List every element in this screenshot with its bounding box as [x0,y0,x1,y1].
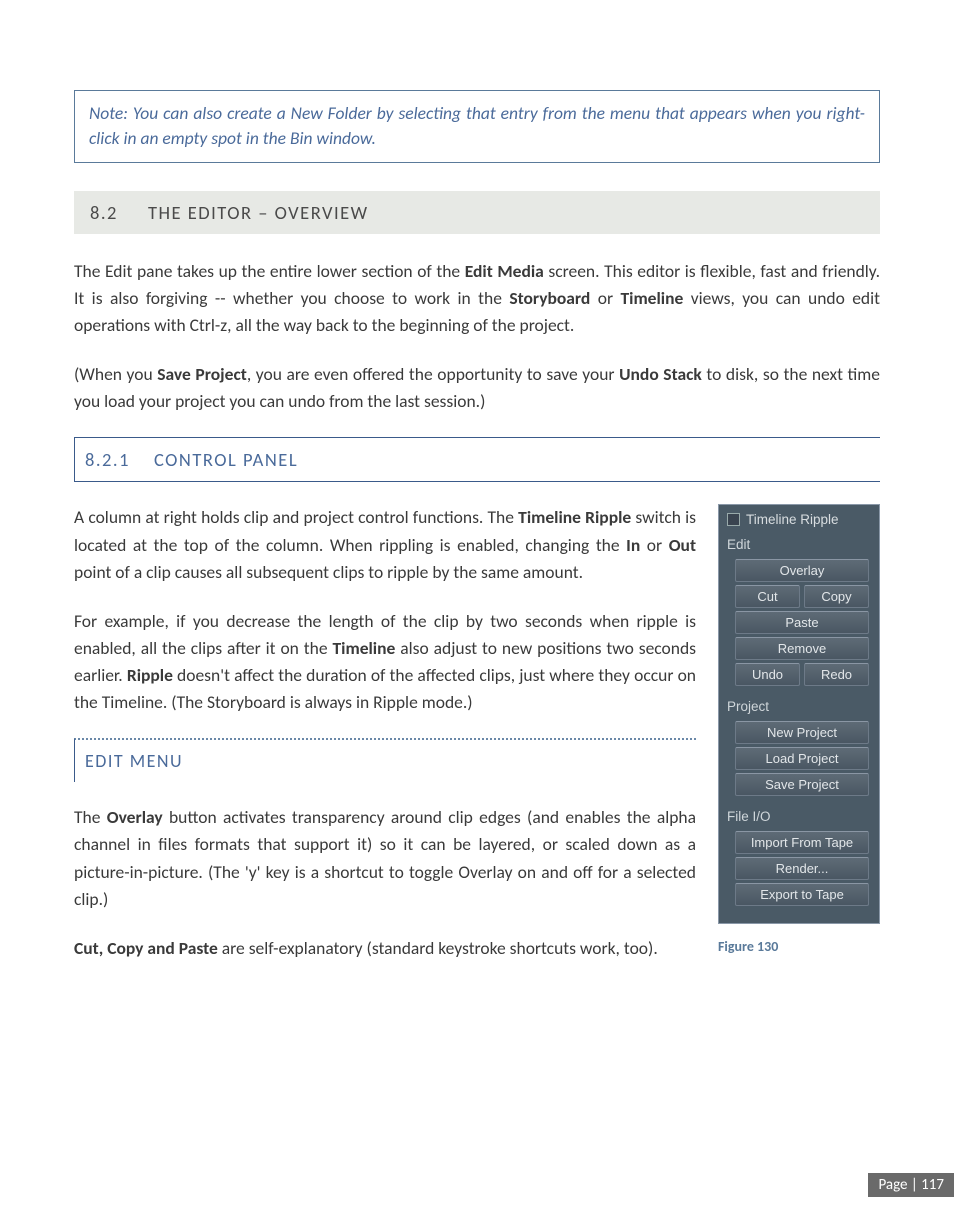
paragraph: The Overlay button activates transparenc… [74,804,696,913]
control-panel: Timeline Ripple Edit Overlay Cut Copy Pa… [718,504,880,924]
ripple-label: Timeline Ripple [746,512,839,527]
figure-caption: Figure 130 [718,938,880,955]
paragraph: (When you Save Project, you are even off… [74,361,880,415]
checkbox-icon [727,513,740,526]
render-button[interactable]: Render... [735,857,869,880]
project-group-label: Project [725,695,873,716]
note-text: Note: You can also create a New Folder b… [89,102,865,149]
section-title: EDIT MENU [85,750,183,772]
import-from-tape-button[interactable]: Import From Tape [735,831,869,854]
save-project-button[interactable]: Save Project [735,773,869,796]
paste-button[interactable]: Paste [735,611,869,634]
new-project-button[interactable]: New Project [735,721,869,744]
load-project-button[interactable]: Load Project [735,747,869,770]
redo-button[interactable]: Redo [804,663,869,686]
export-to-tape-button[interactable]: Export to Tape [735,883,869,906]
section-title: THE EDITOR – OVERVIEW [148,201,369,224]
paragraph: The Edit pane takes up the entire lower … [74,258,880,339]
cut-button[interactable]: Cut [735,585,800,608]
overlay-button[interactable]: Overlay [735,559,869,582]
section-title: CONTROL PANEL [154,448,298,471]
section-heading-8-2: 8.2 THE EDITOR – OVERVIEW [74,191,880,234]
page-number: Page | 117 [868,1173,954,1197]
note-box: Note: You can also create a New Folder b… [74,90,880,163]
paragraph: A column at right holds clip and project… [74,504,696,585]
copy-button[interactable]: Copy [804,585,869,608]
section-heading-8-2-1: 8.2.1 CONTROL PANEL [74,437,880,482]
file-io-group-label: File I/O [725,805,873,826]
paragraph: Cut, Copy and Paste are self-explanatory… [74,935,696,962]
edit-group-label: Edit [725,533,873,554]
remove-button[interactable]: Remove [735,637,869,660]
timeline-ripple-toggle[interactable]: Timeline Ripple [725,510,873,533]
section-heading-edit-menu: EDIT MENU [74,738,696,782]
undo-button[interactable]: Undo [735,663,800,686]
paragraph: For example, if you decrease the length … [74,608,696,717]
section-number: 8.2 [90,201,118,224]
section-number: 8.2.1 [85,448,130,471]
